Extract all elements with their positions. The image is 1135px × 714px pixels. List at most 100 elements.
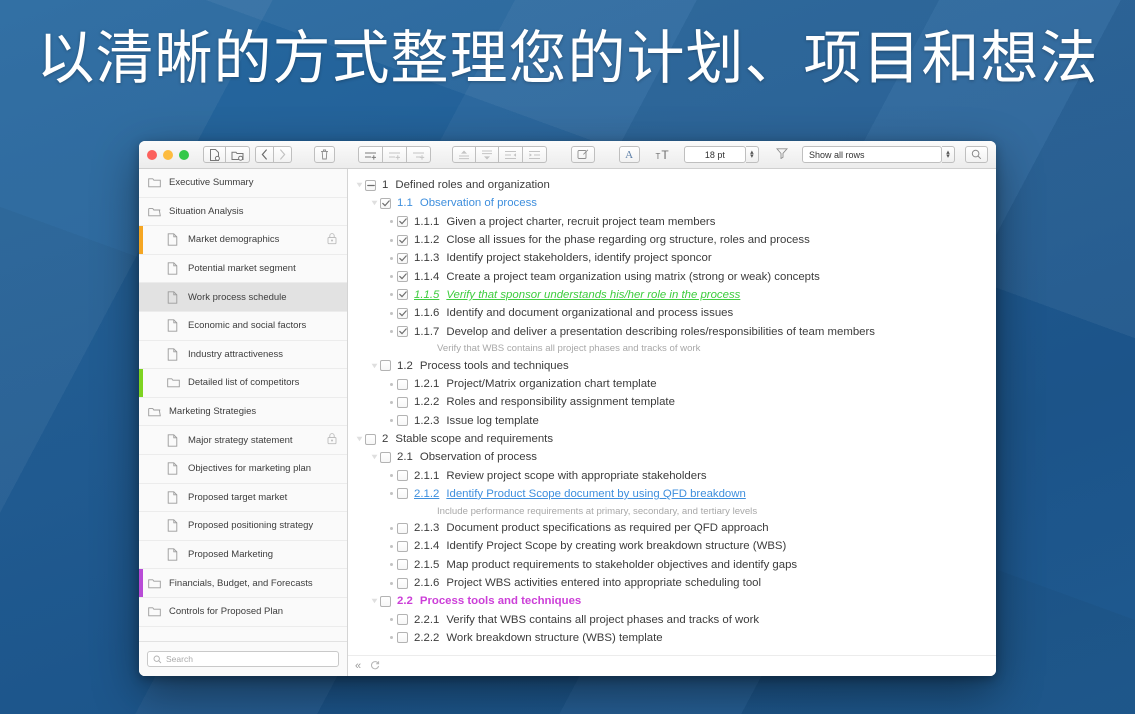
row-checkbox[interactable] [380, 197, 391, 209]
row-filter-stepper[interactable]: ▴ ▾ [942, 146, 956, 163]
edit-note-button[interactable] [571, 146, 596, 163]
row-checkbox[interactable] [397, 378, 408, 390]
minimize-window-button[interactable] [163, 149, 173, 160]
sidebar-item-executive-summary[interactable]: Executive Summary [139, 169, 347, 198]
back-button[interactable] [255, 146, 274, 163]
sidebar-item-financials-budget-and-forecasts[interactable]: Financials, Budget, and Forecasts [139, 569, 347, 598]
outline-row[interactable]: 1 Defined roles and organization [352, 176, 996, 194]
outline-row[interactable]: 1.2 Process tools and techniques [352, 357, 996, 375]
row-checkbox[interactable] [397, 577, 408, 589]
outline-row[interactable]: 1.2.1 Project/Matrix organization chart t… [352, 375, 996, 393]
close-window-button[interactable] [147, 149, 157, 160]
outline-row[interactable]: 1.1.5 Verify that sponsor understands his… [352, 286, 996, 304]
row-checkbox[interactable] [397, 488, 408, 500]
outline-row[interactable]: 2.2.2 Work breakdown structure (WBS) temp… [352, 629, 996, 647]
row-filter-control[interactable]: Show all rows ▴ ▾ [802, 146, 956, 163]
search-button[interactable] [965, 146, 989, 163]
outline-row[interactable]: 2.1.5 Map product requirements to stakeho… [352, 556, 996, 574]
row-checkbox[interactable] [397, 415, 408, 427]
collapse-sidebar-button[interactable]: « [355, 660, 361, 672]
sidebar-item-industry-attractiveness[interactable]: Industry attractiveness [139, 341, 347, 370]
add-row-above-button[interactable] [383, 146, 408, 163]
outline-row[interactable]: 1.1.4 Create a project team organization … [352, 267, 996, 285]
sidebar-item-marketing-strategies[interactable]: Marketing Strategies [139, 398, 347, 427]
font-size-stepper[interactable]: ▴ ▾ [745, 146, 759, 163]
outline-row[interactable]: 2 Stable scope and requirements [352, 430, 996, 448]
add-row-button[interactable] [358, 146, 384, 163]
sync-icon[interactable] [370, 657, 380, 675]
outline-row[interactable]: 2.1.3 Document product specifications as … [352, 519, 996, 537]
row-checkbox[interactable] [397, 271, 408, 283]
sidebar-item-detailed-list-of-competitors[interactable]: Detailed list of competitors [139, 369, 347, 398]
move-row-down-button[interactable] [475, 146, 499, 163]
outline-row[interactable]: 1.1.3 Identify project stakeholders, iden… [352, 249, 996, 267]
row-checkbox[interactable] [397, 216, 408, 228]
disclosure-triangle-icon[interactable] [369, 454, 380, 460]
sidebar-item-proposed-target-market[interactable]: Proposed target market [139, 484, 347, 513]
outline-row[interactable]: 1.1.1 Given a project charter, recruit pr… [352, 213, 996, 231]
sidebar-item-situation-analysis[interactable]: Situation Analysis [139, 198, 347, 227]
sidebar-item-economic-and-social-factors[interactable]: Economic and social factors [139, 312, 347, 341]
row-checkbox[interactable] [397, 307, 408, 319]
row-checkbox[interactable] [397, 522, 408, 534]
disclosure-triangle-icon[interactable] [354, 182, 365, 188]
new-folder-button[interactable] [226, 146, 250, 163]
indent-row-button[interactable] [522, 146, 547, 163]
outline-row[interactable]: 2.1.4 Identify Project Scope by creating … [352, 537, 996, 555]
outline-row[interactable]: 1.1 Observation of process [352, 194, 996, 212]
font-panel-button[interactable]: A [618, 146, 640, 163]
outline-row[interactable]: 2.2.1 Verify that WBS contains all projec… [352, 611, 996, 629]
delete-button[interactable] [313, 146, 335, 163]
sidebar-item-proposed-marketing[interactable]: Proposed Marketing [139, 541, 347, 570]
row-checkbox[interactable] [380, 595, 391, 607]
row-filter-value[interactable]: Show all rows [802, 146, 943, 163]
sidebar-item-potential-market-segment[interactable]: Potential market segment [139, 255, 347, 284]
add-child-row-button[interactable] [407, 146, 432, 163]
outline-row[interactable]: 1.2.2 Roles and responsibility assignment… [352, 393, 996, 411]
sidebar-item-controls-for-proposed-plan[interactable]: Controls for Proposed Plan [139, 598, 347, 627]
row-checkbox[interactable] [365, 179, 376, 191]
disclosure-triangle-icon[interactable] [369, 200, 380, 206]
outline-row[interactable]: 2.1 Observation of process [352, 448, 996, 466]
disclosure-triangle-icon[interactable] [369, 598, 380, 604]
row-text: Map product requirements to stakeholder … [446, 558, 798, 571]
forward-button[interactable] [274, 146, 292, 163]
disclosure-triangle-icon[interactable] [354, 436, 365, 442]
outline-row[interactable]: 2.1.6 Project WBS activities entered into… [352, 574, 996, 592]
new-document-button[interactable] [203, 146, 226, 163]
sidebar-item-objectives-for-marketing-plan[interactable]: Objectives for marketing plan [139, 455, 347, 484]
row-checkbox[interactable] [397, 396, 408, 408]
sidebar-search-input[interactable]: Search [147, 651, 339, 667]
row-checkbox[interactable] [380, 360, 391, 372]
row-checkbox[interactable] [397, 234, 408, 246]
font-size-value[interactable]: 18 pt [683, 146, 746, 163]
row-checkbox[interactable] [397, 559, 408, 571]
row-checkbox[interactable] [397, 632, 408, 644]
sidebar-item-market-demographics[interactable]: Market demographics [139, 226, 347, 255]
row-checkbox[interactable] [397, 289, 408, 301]
disclosure-triangle-icon[interactable] [369, 363, 380, 369]
outline-row[interactable]: 1.1.2 Close all issues for the phase rega… [352, 231, 996, 249]
font-size-control[interactable]: 18 pt ▴ ▾ [683, 146, 759, 163]
move-row-up-button[interactable] [451, 146, 476, 163]
outline-row[interactable]: 1.2.3 Issue log template [352, 412, 996, 430]
outline-row[interactable]: 1.1.7 Develop and deliver a presentation … [352, 322, 996, 340]
row-checkbox[interactable] [397, 540, 408, 552]
outline-row[interactable]: 2.1.1 Review project scope with appropria… [352, 466, 996, 484]
row-checkbox[interactable] [365, 433, 376, 445]
row-checkbox[interactable] [397, 470, 408, 482]
row-checkbox[interactable] [397, 252, 408, 264]
row-checkbox[interactable] [380, 451, 391, 463]
filter-funnel-icon[interactable] [776, 146, 789, 164]
outline-row[interactable]: 1.1.6 Identify and document organizationa… [352, 304, 996, 322]
text-size-icon[interactable]: TT [655, 149, 668, 161]
outline-row[interactable]: 2.2 Process tools and techniques [352, 592, 996, 610]
zoom-window-button[interactable] [179, 149, 189, 160]
sidebar-item-major-strategy-statement[interactable]: Major strategy statement [139, 426, 347, 455]
outdent-row-button[interactable] [498, 146, 523, 163]
sidebar-item-work-process-schedule[interactable]: Work process schedule [139, 283, 347, 312]
outline-row[interactable]: 2.1.2 Identify Product Scope document by … [352, 485, 996, 503]
sidebar-item-proposed-positioning-strategy[interactable]: Proposed positioning strategy [139, 512, 347, 541]
row-checkbox[interactable] [397, 614, 408, 626]
row-checkbox[interactable] [397, 326, 408, 338]
